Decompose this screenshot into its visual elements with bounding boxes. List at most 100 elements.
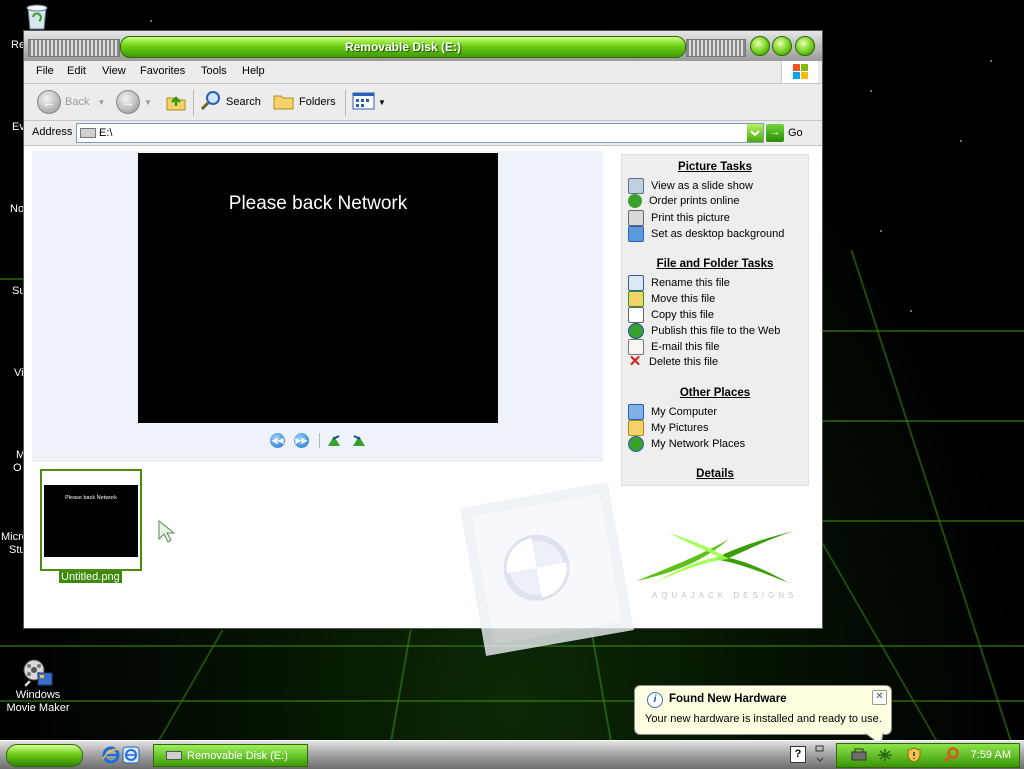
- search-button[interactable]: Search: [200, 90, 261, 114]
- preview-image[interactable]: Please back Network: [138, 153, 498, 423]
- menu-file[interactable]: File: [36, 65, 54, 77]
- task-print-picture[interactable]: Print this picture: [628, 210, 730, 226]
- thumbnail-image: Please back Network: [44, 485, 138, 557]
- task-email-file[interactable]: E-mail this file: [628, 339, 719, 355]
- title-bar[interactable]: Removable Disk (E:): [24, 31, 822, 62]
- network-tray-icon[interactable]: [877, 748, 893, 765]
- copy-icon: [628, 307, 644, 323]
- image-preview-pane: Please back Network ◀◀ ▶▶: [32, 151, 603, 462]
- place-my-network-places[interactable]: My Network Places: [628, 436, 745, 452]
- movie-maker-icon: [22, 657, 54, 689]
- task-order-prints[interactable]: Order prints online: [628, 194, 740, 208]
- up-folder-button[interactable]: [165, 90, 191, 114]
- task-delete-file[interactable]: ✕ Delete this file: [628, 353, 719, 370]
- folders-button[interactable]: Folders: [273, 90, 336, 114]
- task-label: E-mail this file: [651, 341, 720, 353]
- close-button[interactable]: [795, 36, 815, 56]
- task-label: View as a slide show: [651, 180, 753, 192]
- address-dropdown-button[interactable]: [747, 124, 763, 142]
- task-label: Delete this file: [649, 356, 719, 368]
- maximize-button[interactable]: [772, 36, 792, 56]
- taskbar-clock[interactable]: 7:59 AM: [971, 749, 1011, 761]
- taskbar-window-button[interactable]: Removable Disk (E:): [153, 744, 308, 767]
- file-thumbnail[interactable]: Please back Network: [40, 469, 142, 571]
- star: [990, 60, 992, 62]
- chevron-down-icon: ▼: [144, 97, 152, 107]
- quick-launch-ie-icon-2[interactable]: [122, 746, 140, 767]
- recycle-bin-icon[interactable]: [24, 2, 50, 30]
- rotate-counterclockwise-button[interactable]: [350, 434, 366, 451]
- network-places-icon: [628, 436, 644, 452]
- delete-x-icon: ✕: [628, 353, 642, 370]
- notification-balloon[interactable]: i Found New Hardware ✕ Your new hardware…: [634, 685, 892, 745]
- content-area: Please back Network ◀◀ ▶▶ Please back Ne…: [24, 146, 822, 656]
- file-name-label[interactable]: Untitled.png: [59, 571, 122, 583]
- toolbar: ← Back ▼ → ▼ Search Folders ▼: [24, 84, 822, 121]
- my-computer-icon: [628, 404, 644, 420]
- previous-image-button[interactable]: ◀◀: [270, 433, 285, 448]
- taskbar: Removable Disk (E:) ? 7:59 AM: [0, 740, 1024, 769]
- grid-line: [821, 420, 1024, 422]
- star: [870, 90, 872, 92]
- place-my-pictures[interactable]: My Pictures: [628, 420, 708, 436]
- globe-icon: [628, 194, 642, 208]
- start-button[interactable]: [6, 744, 83, 767]
- menu-view[interactable]: View: [102, 65, 126, 77]
- menu-help[interactable]: Help: [242, 65, 265, 77]
- back-arrow-icon: ←: [37, 90, 61, 114]
- other-places-heading[interactable]: Other Places: [622, 387, 808, 399]
- star: [960, 140, 962, 142]
- search-tray-icon[interactable]: [943, 747, 959, 766]
- menu-tools[interactable]: Tools: [201, 65, 227, 77]
- menu-favorites[interactable]: Favorites: [140, 65, 185, 77]
- task-rename-file[interactable]: Rename this file: [628, 275, 730, 291]
- info-icon: i: [647, 692, 663, 708]
- desktop-icon-label: Windows Movie Maker: [6, 689, 70, 714]
- task-label: Copy this file: [651, 309, 714, 321]
- search-label: Search: [226, 96, 261, 108]
- thumbnail-image-text: Please back Network: [65, 495, 117, 501]
- title-grill: [28, 39, 120, 57]
- help-icon[interactable]: ?: [790, 746, 806, 763]
- task-copy-file[interactable]: Copy this file: [628, 307, 714, 323]
- task-label: Print this picture: [651, 212, 730, 224]
- rotate-counterclockwise-icon: [353, 435, 365, 446]
- language-toggle-icon[interactable]: [814, 744, 824, 764]
- thumbnail-area[interactable]: Please back Network Untitled.png: [32, 464, 634, 656]
- views-button[interactable]: ▼: [352, 90, 386, 114]
- quick-launch-ie-icon[interactable]: [102, 746, 120, 767]
- task-view-slideshow[interactable]: View as a slide show: [628, 178, 753, 194]
- go-button[interactable]: → Go: [766, 124, 803, 142]
- desktop-icon-label[interactable]: O: [13, 462, 22, 474]
- chevron-down-icon: ▼: [378, 97, 386, 107]
- chevron-down-icon: ▼: [97, 97, 106, 107]
- windows-logo-icon: [781, 61, 818, 83]
- grid-line: [821, 330, 1024, 332]
- desktop-icon-label[interactable]: No: [10, 203, 24, 215]
- hardware-tray-icon[interactable]: [851, 748, 867, 765]
- forward-button[interactable]: → ▼: [116, 90, 152, 114]
- rotate-clockwise-button[interactable]: [327, 434, 343, 451]
- task-label: My Computer: [651, 406, 718, 418]
- menu-bar: File Edit View Favorites Tools Help: [24, 61, 822, 84]
- details-heading[interactable]: Details: [622, 468, 808, 480]
- desktop-icon-movie-maker[interactable]: Windows Movie Maker: [0, 657, 76, 715]
- balloon-close-button[interactable]: ✕: [872, 690, 887, 705]
- address-input[interactable]: E:\: [76, 123, 764, 143]
- back-label: Back: [65, 96, 90, 108]
- menu-edit[interactable]: Edit: [67, 65, 86, 77]
- task-move-file[interactable]: Move this file: [628, 291, 715, 307]
- task-label: Move this file: [651, 293, 716, 305]
- picture-tasks-heading[interactable]: Picture Tasks: [622, 161, 808, 173]
- task-publish-web[interactable]: Publish this file to the Web: [628, 323, 780, 339]
- place-my-computer[interactable]: My Computer: [628, 404, 717, 420]
- minimize-button[interactable]: [750, 36, 770, 56]
- security-shield-icon[interactable]: [907, 747, 921, 766]
- task-set-desktop-background[interactable]: Set as desktop background: [628, 226, 784, 242]
- file-folder-tasks-heading[interactable]: File and Folder Tasks: [622, 258, 808, 270]
- next-image-button[interactable]: ▶▶: [294, 433, 309, 448]
- title-grill: [686, 39, 746, 57]
- back-button[interactable]: ← Back ▼: [37, 90, 105, 114]
- folders-icon: [273, 90, 295, 115]
- folders-label: Folders: [299, 96, 336, 108]
